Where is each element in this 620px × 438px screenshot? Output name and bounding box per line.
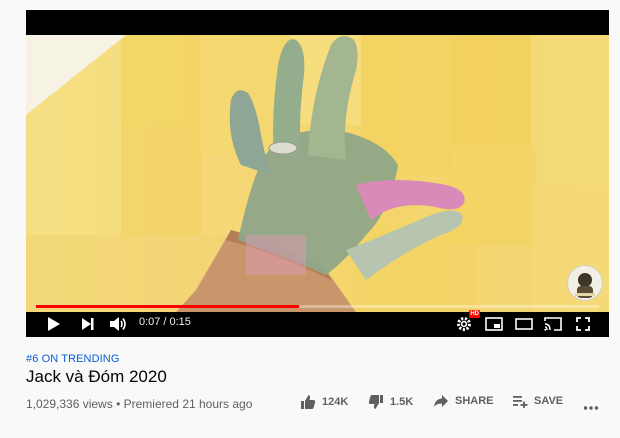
mute-button[interactable]: [108, 314, 128, 334]
video-player[interactable]: 0:07/0:15 HD: [26, 10, 609, 337]
fullscreen-icon: [576, 317, 590, 331]
player-controls: 0:07/0:15 HD: [26, 310, 609, 337]
more-actions-button[interactable]: [583, 398, 599, 416]
miniplayer-button[interactable]: [484, 314, 504, 334]
video-frame[interactable]: [26, 35, 609, 312]
volume-icon: [110, 317, 126, 331]
cast-button[interactable]: [543, 314, 563, 334]
hd-badge: HD: [469, 310, 480, 318]
theater-icon: [515, 318, 533, 330]
view-count: 1,029,336 views: [26, 397, 113, 411]
miniplayer-icon: [485, 317, 503, 331]
save-label: SAVE: [534, 395, 564, 407]
share-icon: [434, 395, 448, 407]
next-icon: [82, 318, 94, 330]
video-still-image: [26, 35, 609, 312]
fullscreen-button[interactable]: [573, 314, 593, 334]
save-icon: [513, 396, 528, 408]
dislike-icon: [368, 395, 383, 409]
current-time: 0:07: [139, 316, 161, 328]
meta-bullet: •: [116, 397, 121, 411]
more-icon: [583, 406, 599, 410]
progress-played: [36, 305, 299, 308]
play-button[interactable]: [44, 314, 64, 334]
settings-button[interactable]: HD: [454, 310, 480, 334]
like-icon: [301, 395, 316, 409]
cast-icon: [544, 317, 562, 331]
channel-watermark-avatar[interactable]: [567, 265, 603, 301]
share-button[interactable]: SHARE: [433, 394, 494, 408]
duration: 0:15: [169, 316, 191, 328]
time-display: 0:07/0:15: [139, 316, 191, 328]
like-count: 124K: [322, 396, 349, 408]
share-label: SHARE: [455, 395, 494, 407]
dislike-button[interactable]: 1.5K: [368, 394, 413, 410]
video-meta: 1,029,336 views • Premiered 21 hours ago: [26, 397, 252, 411]
time-separator: /: [163, 316, 167, 328]
play-icon: [48, 317, 60, 331]
settings-icon: [457, 317, 471, 331]
like-button[interactable]: 124K: [300, 394, 348, 410]
theater-mode-button[interactable]: [514, 314, 534, 334]
next-button[interactable]: [78, 314, 98, 334]
video-title: Jack và Đóm 2020: [26, 367, 167, 386]
trending-badge[interactable]: #6 ON TRENDING: [26, 353, 120, 365]
dislike-count: 1.5K: [390, 396, 414, 408]
progress-bar[interactable]: [36, 305, 599, 308]
premiere-date: Premiered 21 hours ago: [123, 397, 253, 411]
save-button[interactable]: SAVE: [512, 394, 563, 408]
